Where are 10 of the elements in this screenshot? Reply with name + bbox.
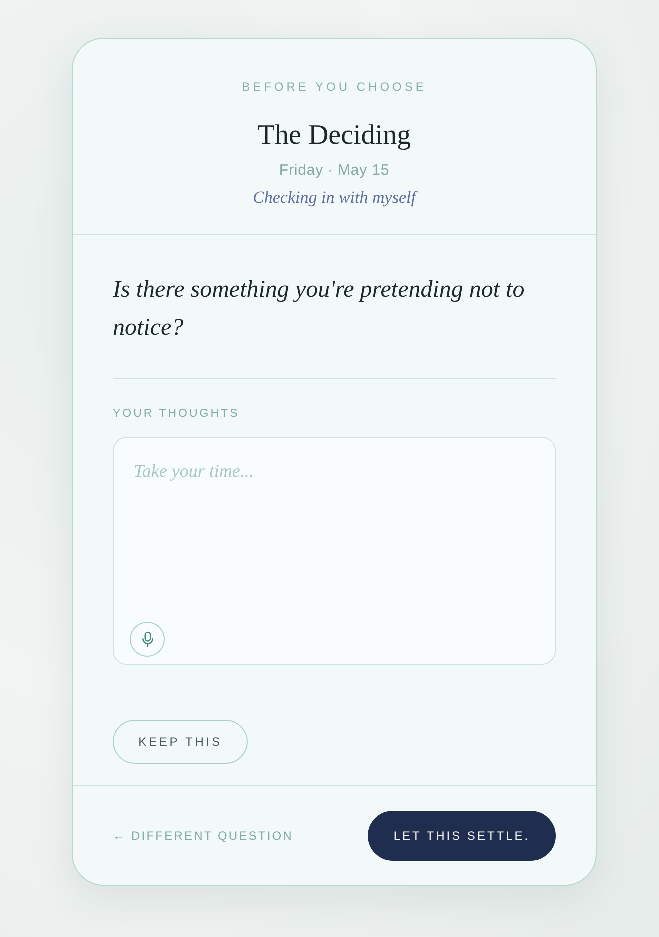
- field-label: YOUR THOUGHTS: [113, 407, 240, 421]
- date-label: Friday · May 15: [279, 161, 390, 181]
- keep-button[interactable]: KEEP THIS: [113, 720, 248, 764]
- settle-button[interactable]: LET THIS SETTLE.: [368, 810, 556, 860]
- microphone-icon: [140, 631, 154, 648]
- subtitle: Checking in with myself: [253, 187, 416, 209]
- question-text: Is there something you're pretending not to notice?: [113, 276, 526, 343]
- section-eyebrow: BEFORE YOU CHOOSE: [242, 80, 427, 94]
- input-field[interactable]: Take your time...: [113, 437, 556, 665]
- page-title: The Deciding: [258, 120, 412, 152]
